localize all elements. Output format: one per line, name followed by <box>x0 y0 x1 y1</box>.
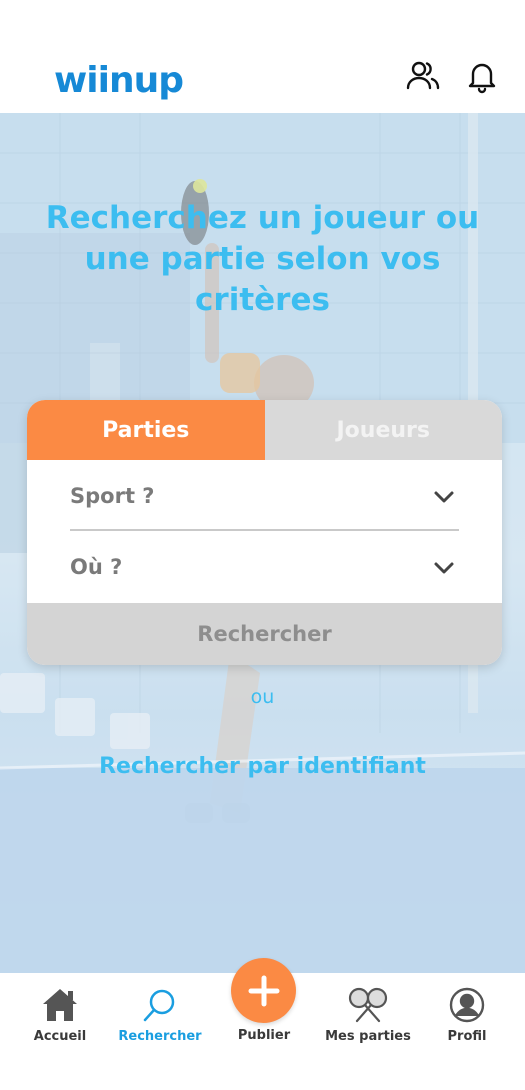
hero-section: Recherchez un joueur ou une partie selon… <box>0 113 525 973</box>
search-button[interactable]: Rechercher <box>27 603 502 665</box>
home-icon <box>43 989 77 1021</box>
hero-headline: Recherchez un joueur ou une partie selon… <box>45 200 480 318</box>
nav-item-rechercher[interactable]: Rechercher <box>110 987 210 1044</box>
plus-icon <box>248 975 279 1006</box>
nav-label-accueil: Accueil <box>33 1029 87 1044</box>
tab-joueurs[interactable]: Joueurs <box>264 400 502 460</box>
rackets-icon <box>348 987 388 1023</box>
chevron-down-icon <box>434 562 454 574</box>
nav-item-accueil[interactable]: Accueil <box>10 987 110 1044</box>
location-dropdown[interactable]: Où ? <box>70 529 459 598</box>
search-tabs: Parties Joueurs <box>27 400 502 460</box>
bell-icon[interactable] <box>464 58 500 94</box>
profile-icon <box>449 987 485 1023</box>
nav-item-mes-parties[interactable]: Mes parties <box>318 987 418 1044</box>
location-label: Où ? <box>70 555 123 579</box>
publish-button[interactable] <box>231 958 296 1023</box>
or-separator: ou <box>250 686 275 708</box>
wiinup-logo[interactable]: wiinup <box>54 60 184 101</box>
sport-dropdown[interactable]: Sport ? <box>70 460 459 529</box>
tab-parties[interactable]: Parties <box>27 400 265 460</box>
chevron-down-icon <box>434 491 454 503</box>
sport-label: Sport ? <box>70 484 155 508</box>
users-icon[interactable] <box>405 58 441 94</box>
search-by-id-link[interactable]: Rechercher par identifiant <box>0 754 525 779</box>
nav-label-profil: Profil <box>447 1029 487 1044</box>
nav-label-rechercher: Rechercher <box>118 1029 202 1044</box>
bottom-nav: Accueil Rechercher Publier Mes parties P… <box>0 958 525 1090</box>
search-card: Parties Joueurs Sport ? Où ? Rechercher <box>27 400 502 665</box>
search-icon <box>143 989 175 1022</box>
app-header: wiinup <box>0 0 525 113</box>
nav-label-publier: Publier <box>237 1028 291 1043</box>
nav-item-profil[interactable]: Profil <box>417 987 517 1044</box>
nav-label-mes-parties: Mes parties <box>325 1029 411 1044</box>
